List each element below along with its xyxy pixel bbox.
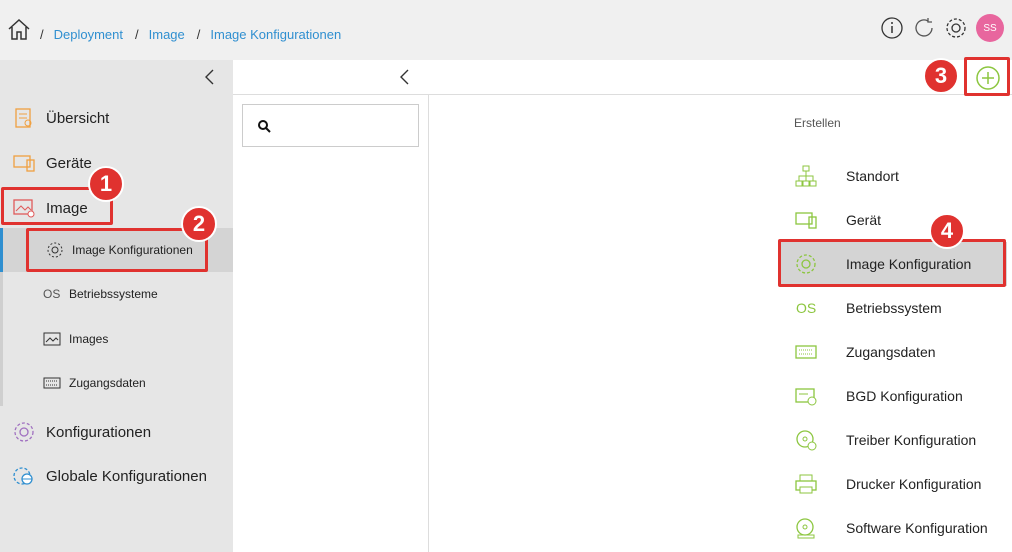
create-item-label: Betriebssystem xyxy=(846,300,942,316)
annotation-box-3 xyxy=(964,57,1010,96)
settings-icon[interactable] xyxy=(944,16,968,40)
create-bgd-konfiguration[interactable]: BGD Konfiguration xyxy=(780,374,1007,418)
list-column xyxy=(233,95,429,552)
annotation-box-2 xyxy=(26,228,208,272)
create-drucker-konfiguration[interactable]: Drucker Konfiguration xyxy=(780,462,1007,506)
annotation-box-4 xyxy=(778,239,1006,287)
create-standort[interactable]: Standort xyxy=(780,154,1007,198)
top-bar: / Deployment / Image / Image Konfigurati… xyxy=(0,0,1012,60)
refresh-icon[interactable] xyxy=(912,16,936,40)
home-icon[interactable] xyxy=(7,17,31,41)
info-icon[interactable] xyxy=(880,16,904,40)
os-icon: OS xyxy=(796,300,817,316)
sidebar-subitem-label: Betriebssysteme xyxy=(69,287,158,301)
main-panel: Erstellen Standort Gerät Image Konfigura… xyxy=(233,60,1012,552)
global-config-icon xyxy=(13,467,33,485)
create-treiber-konfiguration[interactable]: Treiber Konfiguration xyxy=(780,418,1007,462)
breadcrumb-image[interactable]: Image xyxy=(149,27,185,42)
create-item-label: Zugangsdaten xyxy=(846,344,936,360)
sidebar-item-globale-konfigurationen[interactable]: Globale Konfigurationen xyxy=(0,456,233,496)
sidebar-item-konfigurationen[interactable]: Konfigurationen xyxy=(0,412,233,452)
create-item-label: Drucker Konfiguration xyxy=(846,476,982,492)
panel-collapse-icon[interactable] xyxy=(397,68,413,86)
bgd-icon xyxy=(795,388,817,406)
sitemap-icon xyxy=(795,165,817,187)
breadcrumb-separator: / xyxy=(135,27,139,42)
create-item-label: Software Konfiguration xyxy=(846,520,988,536)
device-icon xyxy=(795,212,817,229)
create-item-label: Standort xyxy=(846,168,899,184)
sidebar-item-uebersicht[interactable]: Übersicht xyxy=(0,98,233,138)
annotation-badge-3: 3 xyxy=(923,58,959,94)
breadcrumb-deployment[interactable]: Deployment xyxy=(54,27,123,42)
sidebar-item-label: Übersicht xyxy=(46,109,110,127)
breadcrumb-separator: / xyxy=(40,27,44,42)
avatar[interactable]: SS xyxy=(976,14,1004,42)
create-zugangsdaten[interactable]: Zugangsdaten xyxy=(780,330,1007,374)
create-betriebssystem[interactable]: OS Betriebssystem xyxy=(780,286,1007,330)
breadcrumb-separator: / xyxy=(196,27,201,42)
credentials-icon xyxy=(795,345,817,359)
create-menu-title: Erstellen xyxy=(794,116,841,130)
printer-icon xyxy=(795,474,817,494)
create-geraet[interactable]: Gerät xyxy=(780,198,1007,242)
os-icon: OS xyxy=(43,287,61,301)
main-header xyxy=(233,60,1012,95)
configurations-icon xyxy=(14,422,34,442)
sidebar-item-label: Konfigurationen xyxy=(46,423,152,441)
image-icon xyxy=(43,332,61,346)
sidebar-collapse-icon[interactable] xyxy=(202,68,218,86)
sidebar-item-label: Geräte xyxy=(46,154,92,172)
credentials-icon xyxy=(43,377,61,389)
annotation-badge-4: 4 xyxy=(929,213,965,249)
sidebar: Übersicht Geräte Image Image Konfigurati… xyxy=(0,60,233,552)
sidebar-subitem-label: Images xyxy=(69,332,109,346)
sidebar-subitem-betriebssysteme[interactable]: OS Betriebssysteme xyxy=(0,272,233,316)
devices-icon xyxy=(13,155,35,172)
overview-icon xyxy=(15,108,32,128)
sidebar-subitem-images[interactable]: Images xyxy=(0,317,233,361)
sidebar-subitem-zugangsdaten[interactable]: Zugangsdaten xyxy=(0,361,233,405)
create-item-label: BGD Konfiguration xyxy=(846,388,963,404)
software-icon xyxy=(796,518,815,539)
annotation-badge-1: 1 xyxy=(88,166,124,202)
sidebar-item-label: Globale Konfigurationen xyxy=(46,467,207,485)
breadcrumb-image-konfigurationen[interactable]: Image Konfigurationen xyxy=(210,27,341,42)
breadcrumb: / Deployment / Image / Image Konfigurati… xyxy=(40,27,353,42)
create-item-label: Treiber Konfiguration xyxy=(846,432,977,448)
create-item-label: Gerät xyxy=(846,212,882,228)
search-icon xyxy=(258,120,271,133)
search-input[interactable] xyxy=(242,104,419,147)
top-actions: SS xyxy=(880,14,1004,42)
sidebar-subitem-label: Zugangsdaten xyxy=(69,376,146,390)
driver-icon xyxy=(796,430,817,451)
create-software-konfiguration[interactable]: Software Konfiguration xyxy=(780,506,1007,550)
annotation-badge-2: 2 xyxy=(181,206,217,242)
